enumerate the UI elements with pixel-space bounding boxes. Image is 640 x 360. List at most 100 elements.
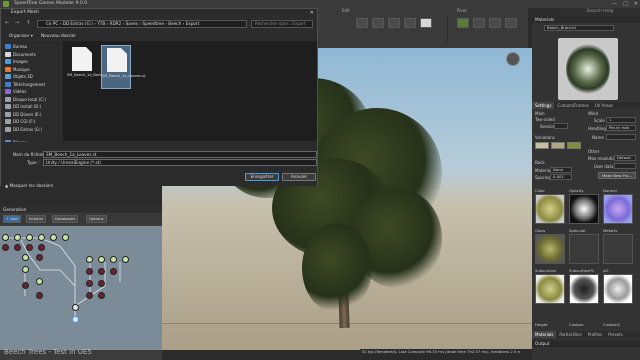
nav-item[interactable]: DD Extras (G:): [5, 126, 42, 133]
back-material-select[interactable]: None: [550, 167, 572, 173]
tab-settings[interactable]: Settings: [532, 102, 555, 109]
graph-node[interactable]: [36, 292, 43, 299]
forward-arrow-icon[interactable]: →: [15, 20, 19, 26]
graph-node[interactable]: [36, 278, 43, 285]
breadcrumb[interactable]: Ce PC › DD Extras (G:) › YTB › RDR2 › Sa…: [37, 20, 247, 28]
graph-node[interactable]: [110, 256, 117, 263]
scale-field[interactable]: 1: [606, 117, 636, 123]
tab-cutouts-frames[interactable]: Cutouts/Frames: [554, 102, 591, 109]
pivot-play-button[interactable]: [489, 18, 501, 28]
graph-node[interactable]: [98, 256, 105, 263]
specular-texture-slot[interactable]: [569, 234, 599, 264]
tab-profiles[interactable]: Profiles: [585, 331, 606, 338]
graph-node[interactable]: [38, 234, 45, 241]
copy-tool-button[interactable]: [404, 18, 416, 28]
tab-partial-bins[interactable]: Partial Bins: [556, 331, 584, 338]
graph-node[interactable]: [50, 234, 57, 241]
pivot-node-button[interactable]: [473, 18, 485, 28]
handling-select[interactable]: Per-tri mat: [606, 125, 636, 131]
nav-item[interactable]: Vidéos: [5, 88, 26, 95]
graph-node[interactable]: [62, 234, 69, 241]
graph-node[interactable]: [86, 280, 93, 287]
material-name-field[interactable]: Beech_Branch1: [544, 25, 614, 31]
graph-node[interactable]: [22, 282, 29, 289]
pivot-next-button[interactable]: [505, 18, 517, 28]
organize-button[interactable]: Organiser ▾: [9, 32, 33, 39]
session-field[interactable]: [554, 123, 568, 129]
graph-node[interactable]: [22, 266, 29, 273]
nav-item[interactable]: Bureau: [5, 43, 27, 50]
graph-node[interactable]: [86, 292, 93, 299]
variation-swatch[interactable]: [551, 142, 565, 149]
dialog-search-input[interactable]: Rechercher dans : Export: [251, 20, 313, 28]
max-resolution-select[interactable]: Default: [614, 155, 636, 161]
tab-presets[interactable]: Presets: [605, 331, 626, 338]
hide-folders-toggle[interactable]: ▲ Masquer les dossiers: [5, 183, 53, 188]
dialog-close-icon[interactable]: ✕: [310, 9, 314, 17]
ao-texture-slot[interactable]: [603, 274, 633, 304]
graph-tree-node[interactable]: [72, 316, 79, 323]
type-select[interactable]: Unity / UnrealEngine (*.st): [43, 159, 317, 166]
graph-node[interactable]: [22, 254, 29, 261]
new-folder-button[interactable]: Nouveau dossier: [41, 32, 76, 39]
maximize-icon[interactable]: □: [623, 0, 628, 8]
generation-node-graph[interactable]: [0, 226, 162, 350]
opacity-texture-slot[interactable]: [569, 194, 599, 224]
graph-node[interactable]: [2, 244, 9, 251]
cancel-button[interactable]: Annuler: [282, 173, 316, 181]
graph-node[interactable]: [86, 268, 93, 275]
search-help-field[interactable]: Search Help: [560, 8, 640, 16]
tab-materials[interactable]: Materials: [532, 331, 557, 338]
name-field[interactable]: [606, 134, 636, 140]
filename-input[interactable]: SM_Beech_1a_Leaves.st: [43, 151, 317, 158]
save-button[interactable]: Enregistrer: [245, 173, 279, 181]
move-tool-button[interactable]: [356, 18, 368, 28]
back-arrow-icon[interactable]: ←: [5, 20, 9, 26]
file-item-selected[interactable]: SM_Beech_1a_Leaves.st: [101, 45, 145, 89]
close-icon[interactable]: ✕: [634, 0, 638, 8]
graph-node[interactable]: [36, 254, 43, 261]
nav-item[interactable]: DD Install (D:): [5, 103, 41, 110]
user-data-field[interactable]: [614, 163, 636, 169]
add-node-button[interactable]: + Add: [3, 215, 21, 223]
variation-swatch[interactable]: [567, 142, 581, 149]
make-new-from-button[interactable]: Make New Fro...: [598, 172, 636, 179]
minimize-icon[interactable]: —: [612, 0, 617, 8]
graph-root-node[interactable]: [72, 304, 79, 311]
viewport-navigation-gizmo-icon[interactable]: [506, 52, 520, 66]
subsurface-percent-texture-slot[interactable]: [569, 274, 599, 304]
select-tool-button[interactable]: [420, 18, 432, 28]
graph-node[interactable]: [26, 234, 33, 241]
graph-node[interactable]: [14, 244, 21, 251]
graph-node[interactable]: [26, 244, 33, 251]
variation-swatch[interactable]: [535, 142, 549, 149]
nav-item[interactable]: Objets 3D: [5, 73, 33, 80]
graph-node[interactable]: [98, 280, 105, 287]
file-item[interactable]: SM_Beech_1a_Bark.st: [67, 45, 106, 89]
nav-item[interactable]: Disque local (C:): [5, 96, 46, 103]
spacing-field[interactable]: 0.001: [550, 174, 572, 180]
actions-button[interactable]: Actions: [26, 215, 46, 223]
scale-tool-button[interactable]: [388, 18, 400, 28]
graph-node[interactable]: [86, 256, 93, 263]
graph-node[interactable]: [14, 234, 21, 241]
subsurface-texture-slot[interactable]: [535, 274, 565, 304]
normal-texture-slot[interactable]: [603, 194, 633, 224]
graph-node[interactable]: [122, 256, 129, 263]
rotate-tool-button[interactable]: [372, 18, 384, 28]
gloss-texture-slot[interactable]: [535, 234, 565, 264]
pivot-leaf-button[interactable]: [457, 18, 469, 28]
options-button[interactable]: Options: [86, 215, 107, 223]
graph-node[interactable]: [110, 268, 117, 275]
up-arrow-icon[interactable]: ↑: [26, 20, 30, 26]
nav-item[interactable]: Musique: [5, 66, 30, 73]
graph-node[interactable]: [98, 292, 105, 299]
nav-item[interactable]: Documents: [5, 51, 36, 58]
nav-item[interactable]: DD CGI (F:): [5, 118, 35, 125]
graph-node[interactable]: [2, 234, 9, 241]
graph-node[interactable]: [38, 244, 45, 251]
nav-item[interactable]: Images: [5, 58, 28, 65]
nav-item[interactable]: DD Divers (E:): [5, 111, 41, 118]
databases-button[interactable]: Databases: [52, 215, 79, 223]
color-texture-slot[interactable]: [535, 194, 565, 224]
